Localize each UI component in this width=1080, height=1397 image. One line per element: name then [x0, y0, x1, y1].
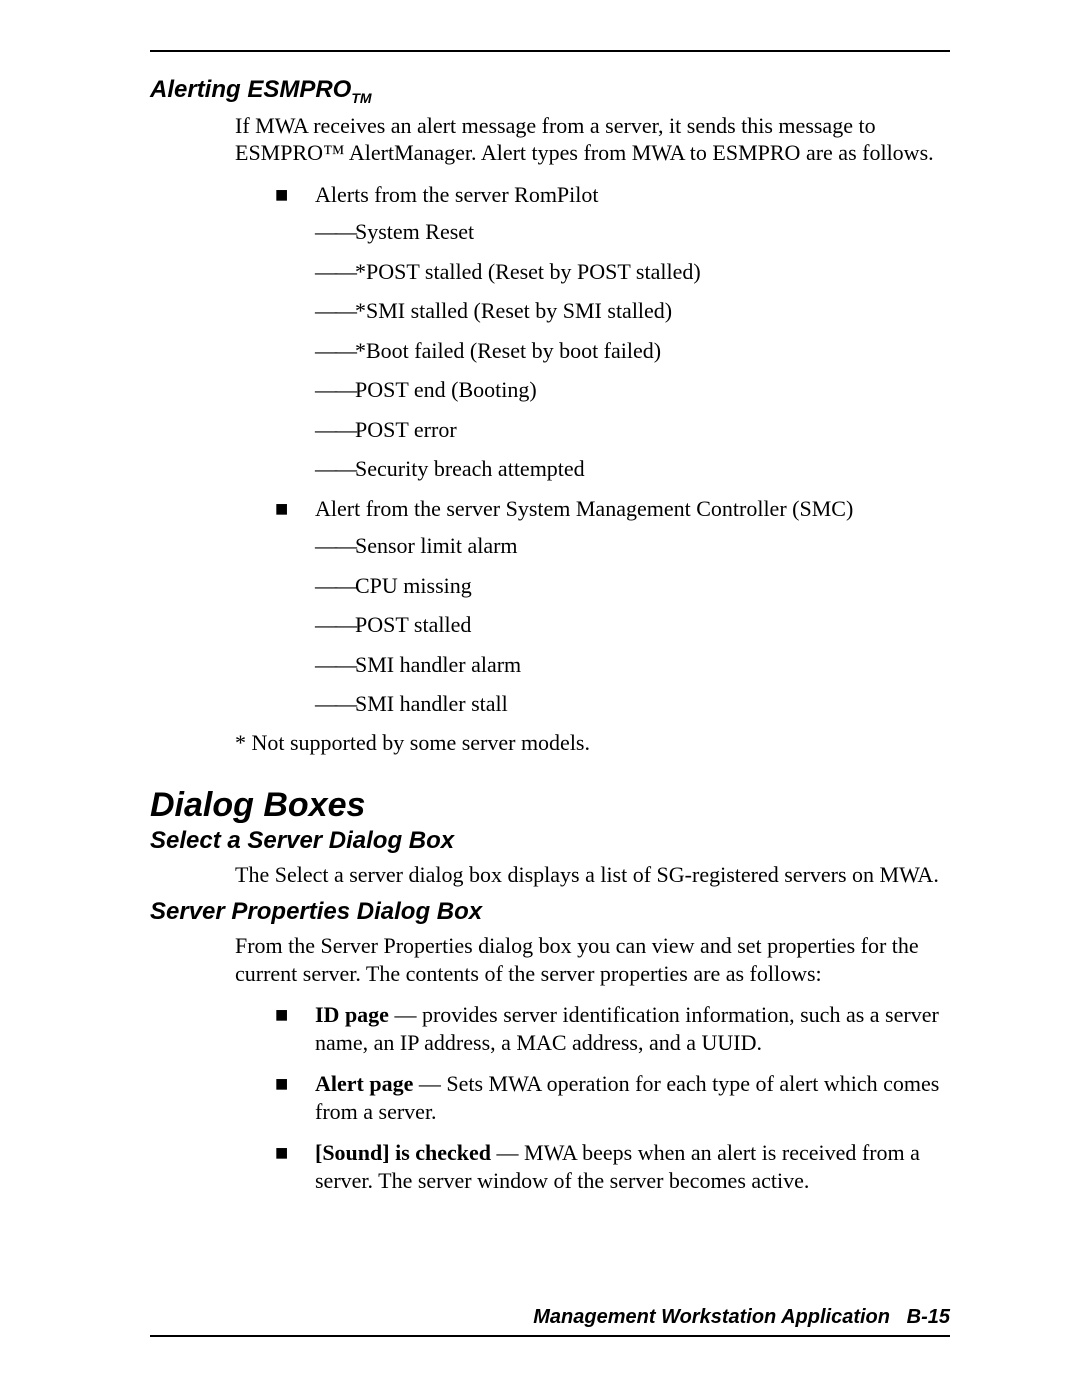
sub-item: ——SMI handler alarm	[315, 651, 950, 679]
sub-item-text: *Boot failed (Reset by boot failed)	[355, 337, 661, 365]
square-bullet-icon: ■	[275, 495, 315, 523]
sub-item: ——SMI handler stall	[315, 690, 950, 718]
em-dash-icon: ——	[315, 416, 355, 444]
sub-item-text: System Reset	[355, 218, 474, 246]
sub-item-text: *SMI stalled (Reset by SMI stalled)	[355, 297, 672, 325]
em-dash-icon: ——	[315, 690, 355, 718]
heading-tm: TM	[351, 90, 371, 106]
server-properties-text: From the Server Properties dialog box yo…	[235, 932, 950, 987]
prop-bold: Alert page	[315, 1071, 413, 1096]
bullet-rompilot: ■ Alerts from the server RomPilot	[275, 181, 950, 209]
sub-item: ——POST stalled	[315, 611, 950, 639]
prop-text: Alert page — Sets MWA operation for each…	[315, 1070, 950, 1125]
em-dash-icon: ——	[315, 218, 355, 246]
bullet-smc-text: Alert from the server System Management …	[315, 495, 853, 523]
prop-text: [Sound] is checked — MWA beeps when an a…	[315, 1139, 950, 1194]
sub-item-text: POST stalled	[355, 611, 471, 639]
square-bullet-icon: ■	[275, 181, 315, 209]
em-dash-icon: ——	[315, 376, 355, 404]
square-bullet-icon: ■	[275, 1070, 315, 1125]
prop-alert-page: ■ Alert page — Sets MWA operation for ea…	[275, 1070, 950, 1125]
em-dash-icon: ——	[315, 572, 355, 600]
page-frame: Alerting ESMPROTM If MWA receives an ale…	[150, 50, 950, 1337]
sub-item-text: Sensor limit alarm	[355, 532, 518, 560]
heading-select-server: Select a Server Dialog Box	[150, 827, 950, 855]
bullet-rompilot-text: Alerts from the server RomPilot	[315, 181, 599, 209]
em-dash-icon: ——	[315, 258, 355, 286]
prop-text: ID page — provides server identification…	[315, 1001, 950, 1056]
heading-text: Alerting ESMPRO	[150, 76, 351, 103]
square-bullet-icon: ■	[275, 1001, 315, 1056]
sub-item-text: SMI handler alarm	[355, 651, 521, 679]
page-content: Alerting ESMPROTM If MWA receives an ale…	[150, 52, 950, 1194]
sub-item-text: SMI handler stall	[355, 690, 508, 718]
prop-bold: [Sound] is checked	[315, 1140, 491, 1165]
sub-item-text: Security breach attempted	[355, 455, 585, 483]
em-dash-icon: ——	[315, 532, 355, 560]
square-bullet-icon: ■	[275, 1139, 315, 1194]
sub-item: ——POST end (Booting)	[315, 376, 950, 404]
section1-intro: If MWA receives an alert message from a …	[235, 112, 950, 167]
prop-sound-checked: ■ [Sound] is checked — MWA beeps when an…	[275, 1139, 950, 1194]
sub-item: ——POST error	[315, 416, 950, 444]
sub-item-text: POST error	[355, 416, 457, 444]
section1-body: If MWA receives an alert message from a …	[235, 112, 950, 718]
sub-item: ——System Reset	[315, 218, 950, 246]
sub-item: ——Sensor limit alarm	[315, 532, 950, 560]
em-dash-icon: ——	[315, 651, 355, 679]
heading-server-properties: Server Properties Dialog Box	[150, 898, 950, 926]
sub-item-text: POST end (Booting)	[355, 376, 537, 404]
em-dash-icon: ——	[315, 611, 355, 639]
heading-alerting-esmpro: Alerting ESMPROTM	[150, 76, 950, 106]
sub-item: ——CPU missing	[315, 572, 950, 600]
prop-rest: — provides server identification informa…	[315, 1002, 939, 1055]
sub-item: ——*POST stalled (Reset by POST stalled)	[315, 258, 950, 286]
sub-item-text: *POST stalled (Reset by POST stalled)	[355, 258, 701, 286]
sub-item: ——*SMI stalled (Reset by SMI stalled)	[315, 297, 950, 325]
server-properties-body: From the Server Properties dialog box yo…	[235, 932, 950, 1194]
select-server-body: The Select a server dialog box displays …	[235, 861, 950, 889]
select-server-text: The Select a server dialog box displays …	[235, 861, 950, 889]
bullet-smc: ■ Alert from the server System Managemen…	[275, 495, 950, 523]
sub-item: ——Security breach attempted	[315, 455, 950, 483]
prop-bold: ID page	[315, 1002, 389, 1027]
footer-page-number: B-15	[907, 1306, 950, 1328]
footer-title: Management Workstation Application	[533, 1306, 890, 1328]
em-dash-icon: ——	[315, 337, 355, 365]
em-dash-icon: ——	[315, 455, 355, 483]
page-footer: Management Workstation Application B-15	[533, 1306, 950, 1329]
footnote: * Not supported by some server models.	[235, 730, 950, 756]
heading-dialog-boxes: Dialog Boxes	[150, 786, 950, 825]
prop-id-page: ■ ID page — provides server identificati…	[275, 1001, 950, 1056]
em-dash-icon: ——	[315, 297, 355, 325]
sub-item-text: CPU missing	[355, 572, 472, 600]
sub-item: ——*Boot failed (Reset by boot failed)	[315, 337, 950, 365]
